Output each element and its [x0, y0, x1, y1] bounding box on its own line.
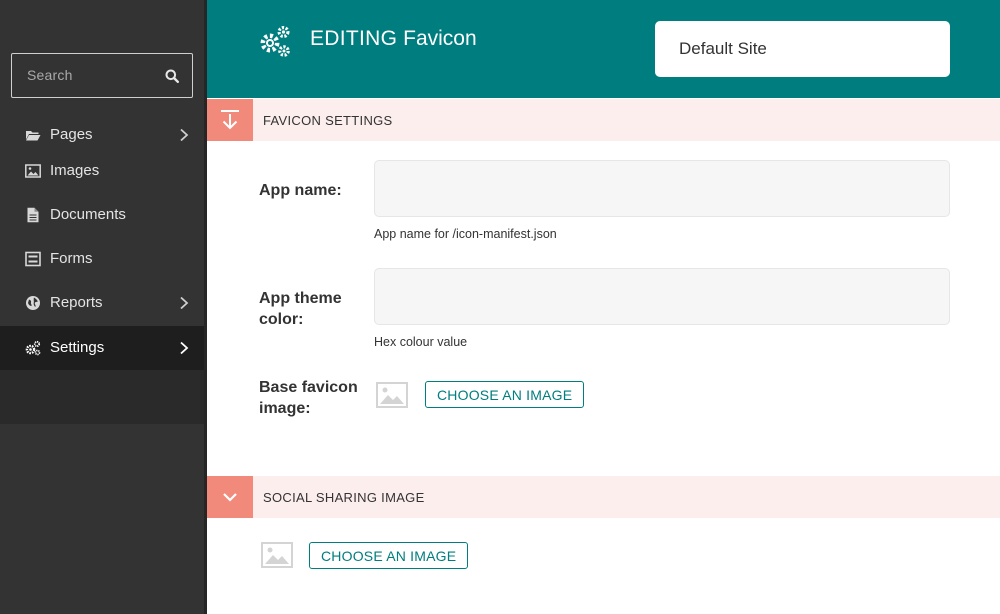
- chevron-right-icon: [180, 128, 189, 142]
- section-title: SOCIAL SHARING IMAGE: [263, 490, 425, 505]
- search-icon[interactable]: [165, 69, 179, 83]
- theme-color-field[interactable]: [374, 268, 950, 325]
- sidebar-item-reports[interactable]: Reports: [0, 281, 204, 325]
- folder-open-icon: [26, 131, 41, 141]
- image-placeholder-icon: [376, 382, 408, 408]
- search-placeholder: Search: [27, 67, 73, 83]
- chevron-down-icon: [223, 493, 237, 502]
- expand-toggle[interactable]: [207, 476, 253, 518]
- sidebar-item-documents[interactable]: Documents: [0, 193, 204, 237]
- submenu-area: [0, 370, 204, 424]
- title-prefix: EDITING: [310, 27, 398, 50]
- page-title: EDITING Favicon: [310, 27, 477, 51]
- arrow-down-icon: [221, 110, 239, 130]
- sidebar-item-label: Documents: [50, 206, 126, 223]
- sidebar-item-label: Forms: [50, 250, 93, 267]
- title-name: Favicon: [403, 27, 477, 50]
- theme-color-label: App theme color:: [259, 288, 342, 330]
- collapse-toggle[interactable]: [207, 99, 253, 141]
- cogs-icon: [25, 340, 41, 356]
- form-icon: [25, 251, 41, 267]
- section-title: FAVICON SETTINGS: [263, 113, 393, 128]
- theme-color-help: Hex colour value: [374, 335, 468, 349]
- app-name-label: App name:: [259, 182, 342, 199]
- social-sharing-header[interactable]: SOCIAL SHARING IMAGE: [207, 476, 1000, 518]
- chevron-right-icon: [180, 296, 189, 310]
- sidebar-item-forms[interactable]: Forms: [0, 237, 204, 281]
- base-favicon-label-line1: Base favicon: [259, 379, 358, 396]
- base-favicon-label-line2: image:: [259, 400, 311, 417]
- sidebar-item-label: Images: [50, 162, 100, 179]
- sidebar-item-images[interactable]: Images: [0, 149, 204, 193]
- sidebar: Search Pages Images Documents Forms Repo…: [0, 0, 207, 614]
- theme-color-label-line1: App theme: [259, 290, 342, 307]
- app-name-field[interactable]: [374, 160, 950, 217]
- sidebar-item-label: Pages: [50, 126, 93, 143]
- choose-favicon-image-button[interactable]: CHOOSE AN IMAGE: [425, 381, 585, 408]
- search-input[interactable]: Search: [11, 53, 193, 98]
- site-selector[interactable]: Default Site: [655, 21, 950, 77]
- site-selector-value: Default Site: [679, 39, 767, 58]
- chevron-right-icon: [180, 341, 189, 355]
- sidebar-item-settings[interactable]: Settings: [0, 326, 204, 370]
- image-placeholder-icon: [261, 542, 293, 568]
- globe-icon: [26, 296, 40, 310]
- document-icon: [27, 207, 39, 223]
- page-header: EDITING Favicon Default Site: [207, 0, 1000, 98]
- theme-color-label-line2: color:: [259, 311, 304, 328]
- sidebar-item-label: Settings: [50, 339, 105, 356]
- base-favicon-label: Base favicon image:: [259, 377, 358, 419]
- favicon-settings-header[interactable]: FAVICON SETTINGS: [207, 99, 1000, 141]
- image-icon: [25, 164, 41, 178]
- app-name-help: App name for /icon-manifest.json: [374, 227, 557, 241]
- choose-social-image-button[interactable]: CHOOSE AN IMAGE: [309, 542, 469, 569]
- cogs-icon: [260, 25, 290, 57]
- sidebar-item-label: Reports: [50, 294, 103, 311]
